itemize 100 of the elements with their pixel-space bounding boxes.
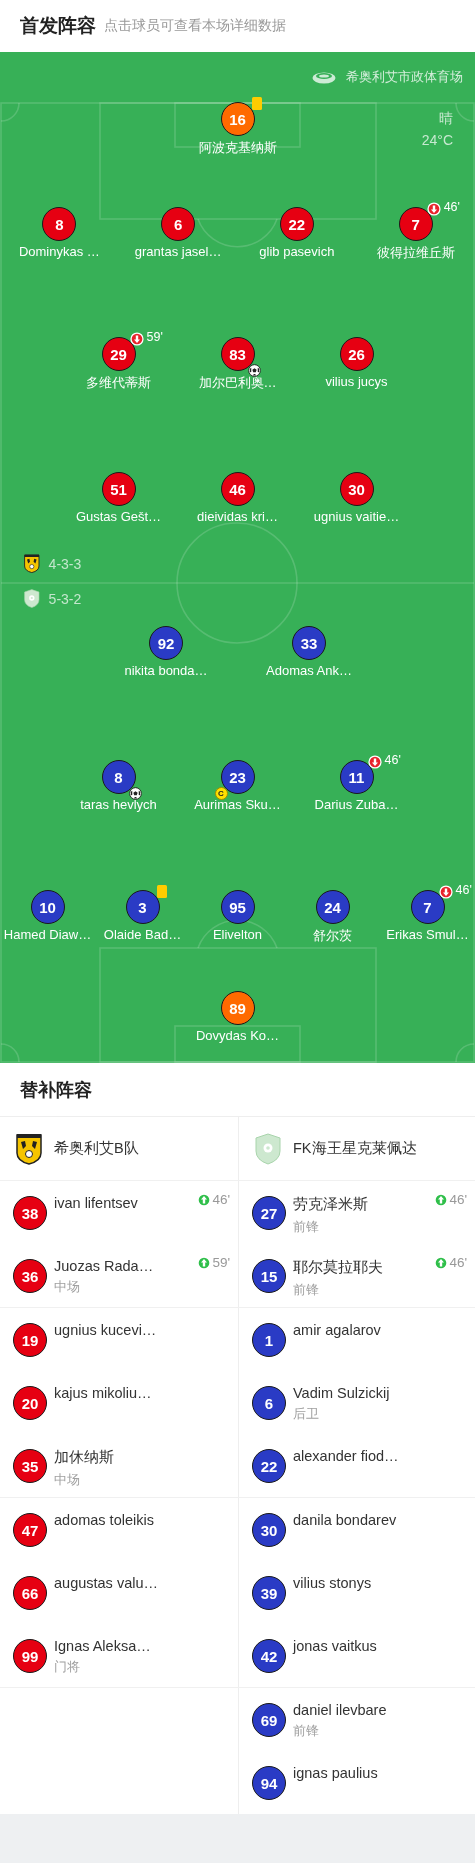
substitute-row[interactable]: 20 kajus mikoliu… (0, 1371, 238, 1434)
player-name[interactable]: vilius jucys (325, 374, 388, 389)
substitute-row[interactable]: 39 vilius stonys (239, 1561, 475, 1624)
player-number[interactable]: 10 (30, 890, 65, 924)
player-position: 前锋 (293, 1281, 320, 1299)
player-number[interactable]: 11 (339, 760, 374, 794)
player-name[interactable]: 多维代蒂斯 (86, 374, 151, 392)
player-number[interactable]: 83 (220, 337, 255, 371)
player-name[interactable]: 彼得拉维丘斯 (376, 244, 455, 262)
shirt-number: 15 (252, 1259, 286, 1293)
shirt-number: 19 (13, 1323, 47, 1357)
substitution-minute: 46' (455, 883, 472, 897)
captain-badge: C (214, 787, 228, 800)
player-position: 后卫 (293, 1405, 320, 1423)
shirt-number: 22 (252, 1449, 286, 1483)
player-name[interactable]: grantas jasel… (134, 244, 222, 259)
player-name[interactable]: Erikas Smul… (386, 927, 469, 942)
substitute-row[interactable]: 94 ignas paulius (239, 1751, 475, 1814)
player-name[interactable]: Dominykas … (18, 244, 100, 259)
player-name[interactable]: Aurimas Sku… (194, 797, 281, 812)
player-name: ivan lifentsev (54, 1195, 139, 1211)
player-number[interactable]: 95 (220, 890, 255, 924)
substitute-row[interactable]: 22 alexander fiod… (239, 1434, 475, 1497)
player-name[interactable]: taras hevlych (80, 797, 157, 812)
player-number[interactable]: 33 (292, 626, 326, 660)
formation-label: 4-3-3 (48, 555, 82, 572)
player-number[interactable]: 16 (220, 102, 255, 136)
shirt-number: 42 (252, 1639, 286, 1673)
section-title: 首发阵容 (20, 14, 96, 38)
player-number[interactable]: 8 (42, 207, 77, 241)
substitution-minute: 46' (449, 1192, 467, 1207)
substitution-minute: 46' (384, 753, 401, 767)
player-number[interactable]: 6 (161, 207, 196, 241)
player-number[interactable]: 7 (398, 207, 433, 241)
player-name[interactable]: Hamed Diaw… (3, 927, 92, 942)
player-name[interactable]: Adomas Ank… (266, 663, 352, 678)
player-number[interactable]: 22 (279, 207, 314, 241)
substitution-minute: 59' (212, 1255, 230, 1270)
substitute-row[interactable]: 47 adomas toleikis (0, 1498, 238, 1561)
substitute-row[interactable]: 1 amir agalarov (239, 1308, 475, 1371)
player-name: vilius stonys (293, 1575, 373, 1591)
player-number[interactable]: 46 (220, 472, 255, 506)
player-name: Ignas Aleksa… (54, 1638, 152, 1654)
substitute-row[interactable]: 19 ugnius kucevi… (0, 1308, 238, 1371)
player-name[interactable]: Olaide Bad… (103, 927, 182, 942)
shirt-number: 27 (252, 1196, 286, 1230)
shirt-number: 39 (252, 1576, 286, 1610)
shirt-number: 47 (13, 1513, 47, 1547)
player-position: 中场 (54, 1471, 81, 1489)
player-name: 耶尔莫拉耶夫 (293, 1258, 384, 1277)
player-position: 前锋 (293, 1722, 320, 1740)
substitute-row[interactable]: 42 jonas vaitkus (239, 1624, 475, 1687)
player-name[interactable]: ugnius vaitie… (313, 509, 400, 524)
substitute-row[interactable]: 69 daniel ilevbare 前锋 (239, 1688, 475, 1751)
player-name[interactable]: 阿波克基纳斯 (198, 139, 277, 157)
shirt-number: 20 (13, 1386, 47, 1420)
player-number[interactable]: 8 (101, 760, 136, 794)
player-number[interactable]: 26 (339, 337, 374, 371)
player-name[interactable]: glib pasevich (259, 244, 335, 259)
substitute-row[interactable]: 15 耶尔莫拉耶夫 前锋 46' (239, 1244, 475, 1307)
substitute-row[interactable]: 38 ivan lifentsev 46' (0, 1181, 238, 1244)
player-number[interactable]: 51 (101, 472, 136, 506)
shirt-number: 35 (13, 1449, 47, 1483)
weather-text: 晴 (439, 110, 453, 128)
substitute-row[interactable]: 99 Ignas Aleksa… 门将 (0, 1624, 238, 1687)
player-number[interactable]: 30 (339, 472, 374, 506)
formation-label: 5-3-2 (48, 590, 82, 607)
shirt-number: 94 (252, 1766, 286, 1800)
substitute-row[interactable]: 35 加休纳斯 中场 (0, 1434, 238, 1497)
player-number[interactable]: 7 (410, 890, 445, 924)
shirt-number: 66 (13, 1576, 47, 1610)
section-title: 替补阵容 (20, 1078, 92, 1102)
player-name[interactable]: 加尔巴利奥… (198, 374, 277, 392)
substitute-row[interactable]: 30 danila bondarev (239, 1498, 475, 1561)
player-number[interactable]: 3 (125, 890, 160, 924)
player-number[interactable]: 92 (149, 626, 183, 660)
player-name: kajus mikoliu… (54, 1385, 153, 1401)
player-name: 劳克泽米斯 (293, 1195, 369, 1214)
player-name[interactable]: dieividas kri… (197, 509, 278, 524)
player-name[interactable]: Darius Zuba… (314, 797, 399, 812)
player-number[interactable]: 89 (220, 991, 255, 1025)
player-name: Vadim Sulzickij (293, 1385, 391, 1401)
substitute-row[interactable]: 66 augustas valu… (0, 1561, 238, 1624)
stadium-name: 希奥利艾市政体育场 (346, 68, 463, 86)
player-name[interactable]: Elivelton (212, 927, 263, 942)
player-name[interactable]: Gustas Gešt… (75, 509, 162, 524)
substitute-row[interactable]: 6 Vadim Sulzickij 后卫 (239, 1371, 475, 1434)
player-name: alexander fiod… (293, 1448, 400, 1464)
substitute-row[interactable]: 36 Juozas Rada… 中场 59' (0, 1244, 238, 1307)
player-name: ugnius kucevi… (54, 1322, 158, 1338)
team-name: 希奥利艾B队 (54, 1139, 139, 1158)
player-name: Juozas Rada… (54, 1258, 155, 1274)
player-number[interactable]: 29 (101, 337, 136, 371)
player-name[interactable]: nikita bonda… (124, 663, 208, 678)
team-name: FK海王星克莱佩达 (293, 1139, 417, 1158)
player-number[interactable]: 24 (315, 890, 350, 924)
substitute-row[interactable]: 27 劳克泽米斯 前锋 46' (239, 1181, 475, 1244)
shirt-number: 69 (252, 1703, 286, 1737)
player-name[interactable]: 舒尔茨 (313, 927, 352, 945)
player-position: 中场 (54, 1278, 81, 1296)
